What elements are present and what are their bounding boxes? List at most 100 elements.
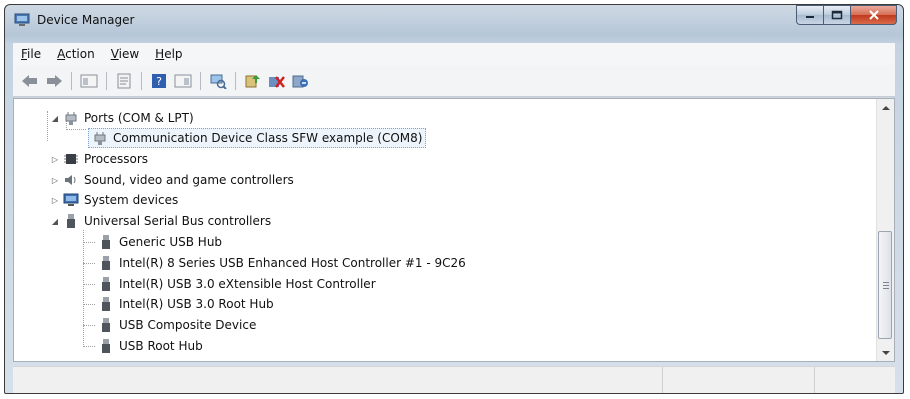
tree-connector (83, 263, 95, 264)
status-pane (13, 367, 663, 393)
title-bar[interactable]: Device Manager (5, 5, 903, 35)
collapse-arrow-icon[interactable]: ◢ (50, 114, 60, 123)
tree-item-usb3-root-hub[interactable]: Intel(R) USB 3.0 Root Hub (95, 294, 274, 314)
selection-highlight: Communication Device Class SFW example (… (88, 128, 427, 148)
tree-connector (83, 346, 95, 347)
tree-connector (66, 129, 86, 130)
collapse-arrow-icon[interactable]: ◢ (50, 217, 60, 226)
usb-icon (102, 235, 110, 249)
toolbar-separator (200, 71, 201, 90)
toolbar-separator (106, 71, 107, 90)
tree-item-label: USB Composite Device (119, 318, 257, 332)
menu-file[interactable]: File (13, 47, 49, 61)
tree-connector (83, 242, 95, 243)
help-button[interactable]: ? (148, 70, 170, 92)
menu-help[interactable]: Help (147, 47, 190, 61)
vertical-scrollbar[interactable] (876, 99, 894, 361)
usb-icon (102, 277, 110, 291)
show-hide-action-pane-button[interactable] (172, 70, 194, 92)
minimize-icon (806, 16, 814, 18)
tree-item-processors[interactable]: ▷ Processors (50, 149, 148, 169)
expand-arrow-icon[interactable]: ▷ (50, 155, 60, 164)
tree-item-ports[interactable]: ◢ Ports (COM & LPT) (50, 108, 194, 128)
tree-item-label: Ports (COM & LPT) (84, 111, 194, 125)
properties-icon (117, 73, 131, 88)
tree-connector (83, 325, 95, 326)
scan-hardware-button[interactable] (207, 70, 229, 92)
usb-icon (102, 297, 110, 311)
expand-arrow-icon[interactable]: ▷ (50, 176, 60, 185)
tree-item-label: Generic USB Hub (119, 235, 223, 249)
disable-button[interactable] (290, 70, 312, 92)
tree-item-label: Sound, video and game controllers (84, 173, 294, 187)
usb-icon (102, 256, 110, 270)
tree-item-system-devices[interactable]: ▷ System devices (50, 190, 178, 210)
menu-bar: File Action View Help (13, 43, 895, 65)
tree-item-usb-controllers[interactable]: ◢ Universal Serial Bus controllers (50, 211, 271, 231)
tree-item-label: Intel(R) USB 3.0 Root Hub (119, 297, 274, 311)
usb-icon (67, 214, 75, 228)
toolbar: ? (13, 65, 895, 97)
minimize-button[interactable] (796, 5, 824, 25)
scroll-down-button[interactable] (877, 344, 894, 361)
forward-button[interactable] (43, 70, 65, 92)
speaker-icon (65, 175, 76, 185)
port-icon (65, 112, 77, 125)
close-button[interactable] (851, 5, 897, 25)
tree-item-extensible-host-controller[interactable]: Intel(R) USB 3.0 eXtensible Host Control… (95, 274, 376, 294)
tree-connector (47, 111, 48, 141)
expand-arrow-icon[interactable]: ▷ (50, 196, 60, 205)
scan-hardware-icon (210, 74, 227, 89)
device-tree[interactable]: ◢ Ports (COM & LPT) Communication Device… (13, 98, 895, 362)
tree-item-usb-composite-device[interactable]: USB Composite Device (95, 315, 256, 335)
toolbar-separator (235, 71, 236, 90)
uninstall-icon (269, 75, 285, 88)
update-driver-button[interactable] (242, 70, 264, 92)
toolbar-separator (71, 71, 72, 90)
tree-item-label: Intel(R) USB 3.0 eXtensible Host Control… (119, 277, 376, 291)
tree-item-generic-usb-hub[interactable]: Generic USB Hub (95, 232, 222, 252)
tree-item-label: System devices (84, 193, 179, 207)
tree-item-label: Universal Serial Bus controllers (84, 214, 272, 228)
show-hide-console-tree-button[interactable] (78, 70, 100, 92)
tree-item-label: Communication Device Class SFW example (… (113, 131, 423, 145)
properties-button[interactable] (113, 70, 135, 92)
tree-item-sound[interactable]: ▷ Sound, video and game controllers (50, 170, 294, 190)
tree-item-label: Intel(R) 8 Series USB Enhanced Host Cont… (119, 256, 466, 270)
menu-action[interactable]: Action (49, 47, 103, 61)
scroll-down-icon (881, 350, 890, 355)
back-icon (22, 74, 37, 87)
device-manager-icon (14, 13, 30, 26)
tree-item-usb-root-hub[interactable]: USB Root Hub (95, 336, 203, 356)
show-hide-console-tree-icon (80, 74, 98, 87)
device-manager-window: Device Manager File Action View Help ? ◢… (4, 4, 904, 394)
status-bar (13, 366, 895, 393)
scroll-up-button[interactable] (877, 99, 894, 116)
update-driver-icon (245, 74, 260, 87)
menu-view[interactable]: View (103, 47, 147, 61)
tree-item-label: USB Root Hub (119, 339, 203, 353)
back-button[interactable] (19, 70, 41, 92)
tree-item-label: Processors (84, 152, 149, 166)
status-pane (815, 367, 895, 393)
system-devices-icon (63, 193, 79, 206)
tree-connector (83, 304, 95, 305)
tree-connector (83, 230, 84, 347)
window-title: Device Manager (37, 13, 135, 27)
maximize-button[interactable] (824, 5, 851, 25)
scroll-up-icon (881, 105, 890, 110)
maximize-icon (831, 10, 843, 20)
usb-icon (102, 318, 110, 332)
processor-icon (64, 154, 78, 164)
tree-connector (83, 284, 95, 285)
disable-icon (292, 75, 308, 87)
tree-item-com-device[interactable]: Communication Device Class SFW example (… (88, 128, 427, 148)
tree-item-enhanced-host-controller[interactable]: Intel(R) 8 Series USB Enhanced Host Cont… (95, 253, 466, 273)
toolbar-separator (141, 71, 142, 90)
forward-icon (47, 74, 62, 87)
status-pane (663, 367, 815, 393)
close-icon (868, 10, 879, 20)
scroll-thumb[interactable] (878, 231, 892, 339)
uninstall-button[interactable] (266, 70, 288, 92)
svg-text:?: ? (156, 75, 162, 88)
